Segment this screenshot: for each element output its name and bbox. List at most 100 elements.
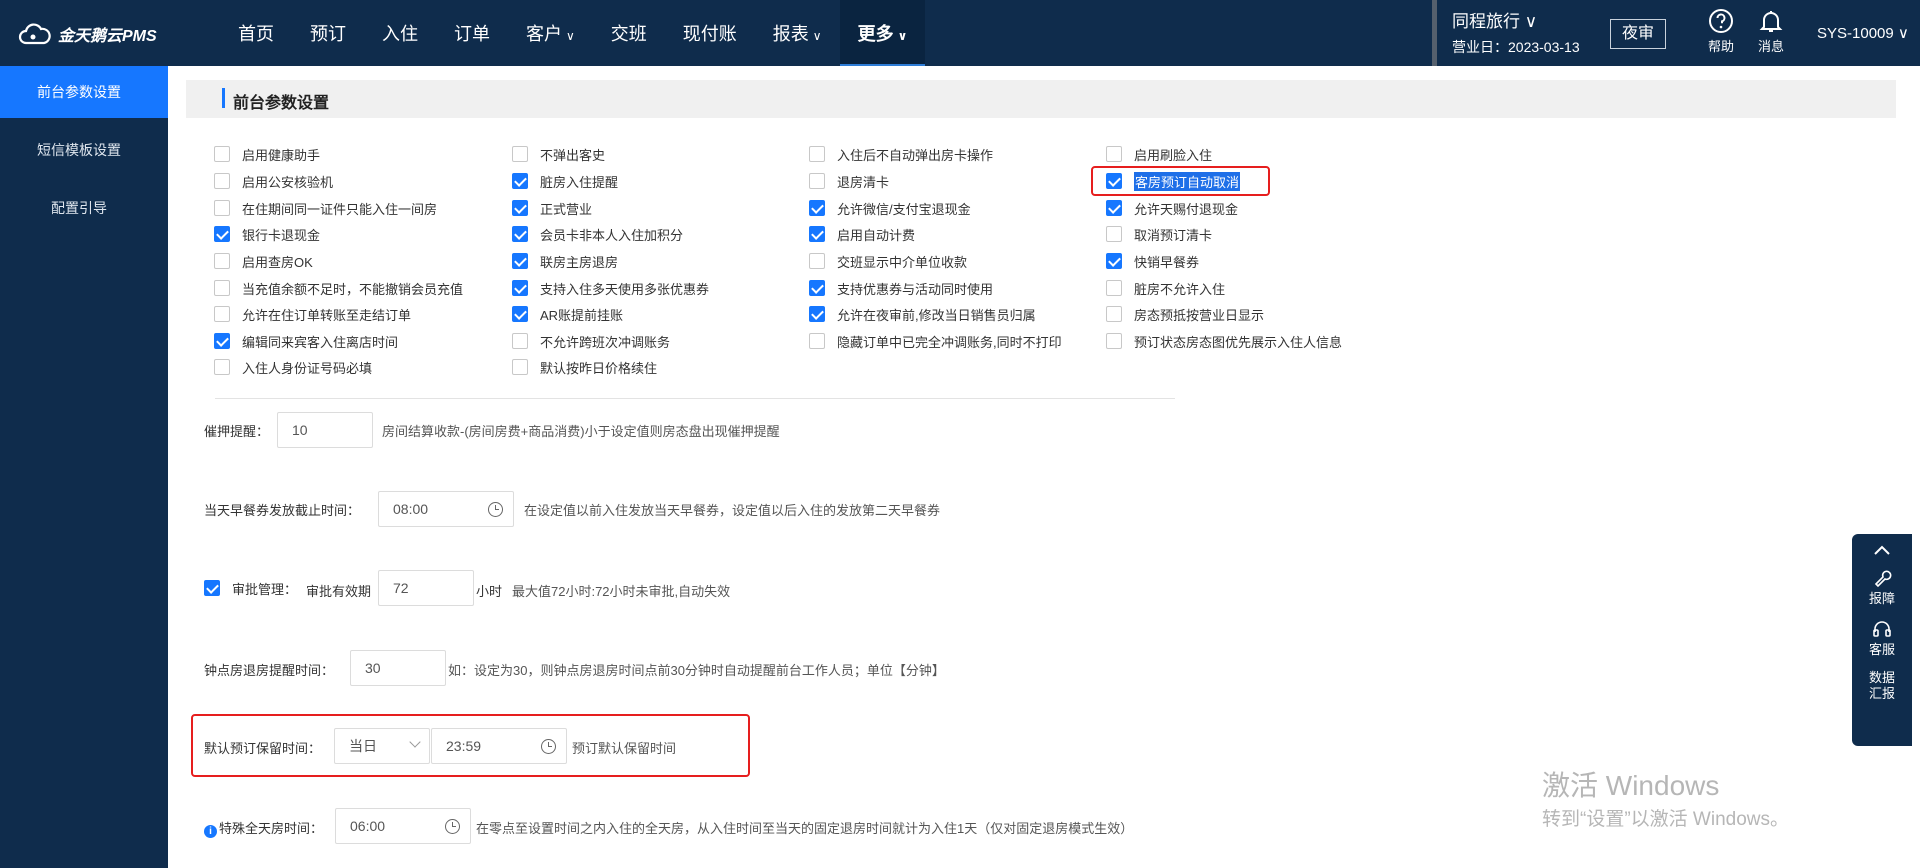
setting-checkbox-row[interactable]: 隐藏订单中已完全冲调账务,同时不打印 xyxy=(809,331,1062,351)
setting-checkbox-row[interactable]: 允许天赐付退现金 xyxy=(1106,198,1238,218)
nav-item[interactable]: 入住 xyxy=(364,0,436,66)
info-icon[interactable]: i xyxy=(204,825,217,838)
setting-checkbox-row[interactable]: 入住后不自动弹出房卡操作 xyxy=(809,144,993,164)
checkbox[interactable] xyxy=(214,280,230,296)
setting-checkbox-row[interactable]: 允许在夜审前,修改当日销售员归属 xyxy=(809,304,1036,324)
setting-checkbox-row[interactable]: 脏房入住提醒 xyxy=(512,171,618,191)
checkbox[interactable] xyxy=(809,253,825,269)
checkbox[interactable] xyxy=(1106,226,1122,242)
setting-checkbox-row[interactable]: 编辑同来宾客入住离店时间 xyxy=(214,331,398,351)
customer-service-button[interactable]: 客服 xyxy=(1852,619,1912,658)
breakfast-cutoff-time-input[interactable]: 08:00 xyxy=(378,491,514,527)
approval-toggle[interactable]: 审批管理： xyxy=(204,578,297,598)
hourly-checkout-input[interactable]: 30 xyxy=(350,650,446,686)
special-fullday-label: 特殊全天房时间： xyxy=(219,821,324,836)
setting-checkbox-row[interactable]: 允许在住订单转账至走结订单 xyxy=(214,304,411,324)
checkbox[interactable] xyxy=(809,333,825,349)
special-fullday-time-input[interactable]: 06:00 xyxy=(335,808,471,844)
nav-item[interactable]: 交班 xyxy=(593,0,665,66)
checkbox[interactable] xyxy=(214,173,230,189)
checkbox[interactable] xyxy=(512,200,528,216)
checkbox[interactable] xyxy=(214,333,230,349)
nav-item[interactable]: 现付账 xyxy=(665,0,755,66)
nav-item[interactable]: 预订 xyxy=(292,0,364,66)
setting-checkbox-row[interactable]: 正式营业 xyxy=(512,198,592,218)
setting-checkbox-row[interactable]: 启用健康助手 xyxy=(214,144,320,164)
checkbox[interactable] xyxy=(1106,280,1122,296)
setting-checkbox-row[interactable]: 启用公安核验机 xyxy=(214,171,333,191)
scroll-top-button[interactable] xyxy=(1852,534,1912,556)
checkbox[interactable] xyxy=(512,226,528,242)
setting-checkbox-row[interactable]: 脏房不允许入住 xyxy=(1106,278,1225,298)
checkbox[interactable] xyxy=(1106,253,1122,269)
checkbox[interactable] xyxy=(1106,146,1122,162)
checkbox[interactable] xyxy=(214,146,230,162)
setting-checkbox-row[interactable]: 默认按昨日价格续住 xyxy=(512,357,657,377)
checkbox[interactable] xyxy=(512,280,528,296)
checkbox[interactable] xyxy=(809,306,825,322)
setting-checkbox-row[interactable]: 当充值余额不足时，不能撤销会员充值 xyxy=(214,278,463,298)
checkbox[interactable] xyxy=(214,359,230,375)
setting-checkbox-row[interactable]: AR账提前挂账 xyxy=(512,304,623,324)
setting-checkbox-row[interactable]: 联房主房退房 xyxy=(512,251,618,271)
data-report-button[interactable]: 数据 汇报 xyxy=(1852,670,1912,702)
setting-checkbox-row[interactable]: 在住期间同一证件只能入住一间房 xyxy=(214,198,437,218)
default-hold-time-input[interactable]: 23:59 xyxy=(431,728,567,764)
checkbox[interactable] xyxy=(512,173,528,189)
setting-checkbox-row[interactable]: 快销早餐券 xyxy=(1106,251,1199,271)
checkbox[interactable] xyxy=(809,226,825,242)
setting-checkbox-row[interactable]: 入住人身份证号码必填 xyxy=(214,357,372,377)
checkbox[interactable] xyxy=(512,253,528,269)
nav-item[interactable]: 订单 xyxy=(436,0,508,66)
checkbox[interactable] xyxy=(512,359,528,375)
setting-checkbox-row[interactable]: 退房清卡 xyxy=(809,171,889,191)
setting-checkbox-row[interactable]: 启用查房OK xyxy=(214,251,313,271)
setting-checkbox-row[interactable]: 银行卡退现金 xyxy=(214,224,320,244)
user-menu[interactable]: SYS-10009 ∨ xyxy=(1817,24,1909,42)
approval-validity-input[interactable]: 72 xyxy=(378,570,474,606)
sidebar-item[interactable]: 前台参数设置 xyxy=(0,66,168,118)
checkbox[interactable] xyxy=(214,226,230,242)
help-button[interactable]: 帮助 xyxy=(1701,8,1741,55)
default-hold-day-select[interactable]: 当日 xyxy=(334,728,430,764)
setting-checkbox-row[interactable]: 会员卡非本人入住加积分 xyxy=(512,224,683,244)
checkbox[interactable] xyxy=(214,200,230,216)
setting-checkbox-row[interactable]: 支持入住多天使用多张优惠券 xyxy=(512,278,709,298)
repair-button[interactable]: 报障 xyxy=(1852,568,1912,607)
checkbox[interactable] xyxy=(809,280,825,296)
checkbox[interactable] xyxy=(512,333,528,349)
approval-hint: 最大值72小时:72小时未审批,自动失效 xyxy=(512,584,731,599)
sidebar-item[interactable]: 配置引导 xyxy=(0,182,168,234)
checkbox[interactable] xyxy=(512,306,528,322)
checkbox[interactable] xyxy=(512,146,528,162)
checkbox[interactable] xyxy=(1106,333,1122,349)
nav-item[interactable]: 客户 ∨ xyxy=(508,0,593,66)
checkbox[interactable] xyxy=(809,146,825,162)
setting-checkbox-row[interactable]: 不允许跨班次冲调账务 xyxy=(512,331,670,351)
messages-button[interactable]: 消息 xyxy=(1751,8,1791,55)
nav-item[interactable]: 首页 xyxy=(220,0,292,66)
setting-checkbox-row[interactable]: 不弹出客史 xyxy=(512,144,605,164)
setting-checkbox-row[interactable]: 支持优惠券与活动同时使用 xyxy=(809,278,993,298)
setting-checkbox-row[interactable]: 房态预抵按营业日显示 xyxy=(1106,304,1264,324)
checkbox[interactable] xyxy=(1106,200,1122,216)
setting-checkbox-row[interactable]: 启用自动计费 xyxy=(809,224,915,244)
setting-checkbox-row[interactable]: 预订状态房态图优先展示入住人信息 xyxy=(1106,331,1342,351)
sidebar-item[interactable]: 短信模板设置 xyxy=(0,124,168,176)
app-logo[interactable]: 金天鹅云PMS xyxy=(18,22,157,46)
checkbox[interactable] xyxy=(809,173,825,189)
approval-checkbox[interactable] xyxy=(204,580,220,596)
nav-item[interactable]: 报表 ∨ xyxy=(755,0,840,66)
setting-checkbox-row[interactable]: 启用刷脸入住 xyxy=(1106,144,1212,164)
checkbox[interactable] xyxy=(214,253,230,269)
night-audit-button[interactable]: 夜审 xyxy=(1610,19,1666,49)
setting-checkbox-row[interactable]: 允许微信/支付宝退现金 xyxy=(809,198,971,218)
checkbox[interactable] xyxy=(1106,306,1122,322)
setting-checkbox-row[interactable]: 交班显示中介单位收款 xyxy=(809,251,967,271)
hotel-selector[interactable]: 同程旅行 ∨ xyxy=(1452,12,1537,32)
checkbox[interactable] xyxy=(809,200,825,216)
setting-checkbox-row[interactable]: 取消预订清卡 xyxy=(1106,224,1212,244)
deposit-reminder-input[interactable]: 10 xyxy=(277,412,373,448)
checkbox[interactable] xyxy=(214,306,230,322)
nav-item[interactable]: 更多 ∨ xyxy=(839,0,926,66)
